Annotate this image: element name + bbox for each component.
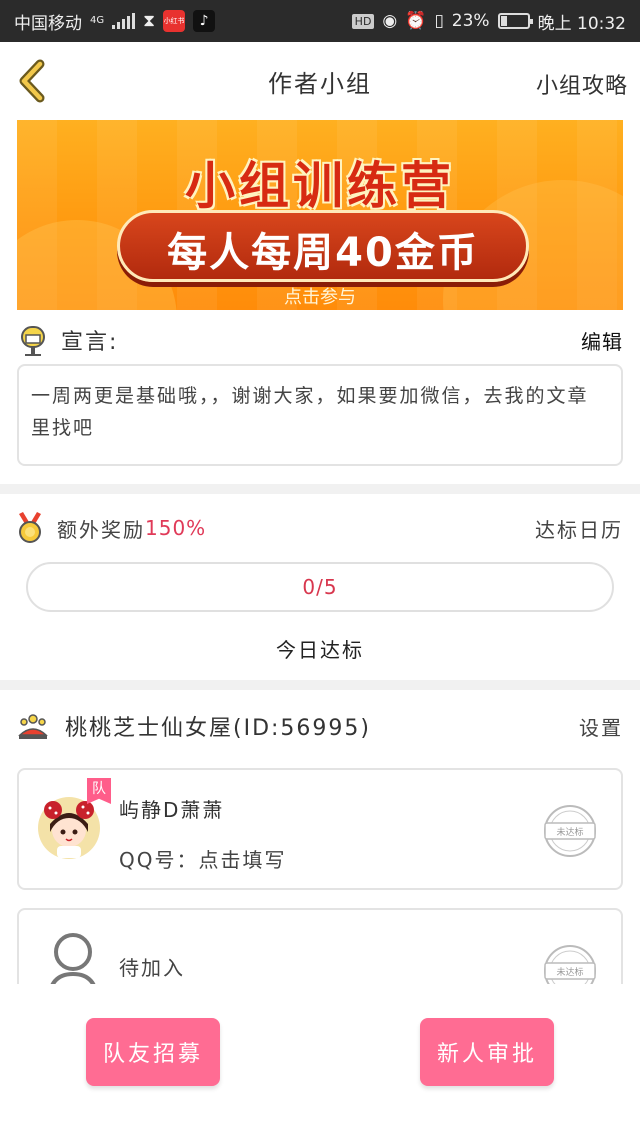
banner-subtitle: 每人每周40金币 — [167, 230, 479, 276]
today-status-label: 今日达标 — [276, 638, 364, 662]
progress-text: 0/5 — [302, 575, 338, 599]
banner-title: 小组训练营 — [185, 157, 455, 215]
extra-reward-label: 额外奖励 — [57, 517, 145, 542]
declaration-text: 一周两更是基础哦，，谢谢大家，如果要加微信，去我的文章里找吧 — [17, 364, 623, 466]
declaration-header: 宣言: 编辑 — [17, 320, 623, 360]
group-guide-link[interactable]: 小组攻略 — [536, 68, 628, 100]
eye-icon: ◉ — [382, 11, 398, 31]
chevron-left-icon[interactable] — [12, 58, 56, 104]
battery-fill — [500, 16, 508, 26]
battery-percent: 23% — [451, 11, 490, 31]
recruit-teammates-button[interactable]: 队友招募 — [86, 1018, 220, 1086]
weekly-progress-bar: 0/5 — [26, 562, 614, 612]
not-qualified-stamp: 未达标 — [544, 805, 596, 857]
stamp-text: 未达标 — [556, 826, 583, 838]
approve-newcomers-button[interactable]: 新人审批 — [420, 1018, 554, 1086]
member-qq-field[interactable]: QQ号：点击填写 — [119, 844, 286, 873]
tiktok-app-icon: ♪ — [193, 10, 216, 32]
mailbox-icon — [21, 326, 45, 356]
clock: 晚上 10:32 — [537, 13, 626, 34]
alarm-icon: ⏰ — [405, 11, 427, 31]
hourglass-icon: ⧗ — [143, 11, 156, 31]
declaration-label: 宣言: — [61, 330, 119, 355]
edit-declaration-button[interactable]: 编辑 — [581, 326, 623, 355]
training-camp-banner[interactable]: 小组训练营 每人每周40金币 点击参与 — [17, 120, 623, 310]
battery-icon — [497, 13, 533, 29]
group-name: 桃桃芝士仙女屋(ID:56995) — [65, 716, 371, 741]
vibrate-icon: ▯ — [434, 11, 444, 31]
status-bar: 中国移动 4G ⧗ 小红书 ♪ HD ◉ ⏰ ▯ 23% 晚上 10:32 — [0, 0, 640, 42]
member-pending-label: 待加入 — [119, 956, 185, 980]
captain-badge: 队 — [87, 778, 111, 804]
group-header: 桃桃芝士仙女屋(ID:56995) 设置 — [17, 706, 623, 746]
medal-icon — [19, 512, 41, 543]
xiaohongshu-app-icon: 小红书 — [163, 10, 186, 32]
group-settings-button[interactable]: 设置 — [579, 712, 623, 741]
extra-reward-percent: 150% — [145, 516, 207, 540]
group-icon — [18, 714, 48, 739]
banner-cta[interactable]: 点击参与 — [17, 283, 623, 309]
calendar-link[interactable]: 达标日历 — [535, 514, 623, 543]
member-avatar — [38, 797, 100, 859]
member-name: 屿静D萧萧 — [119, 798, 225, 822]
carrier-label: 中国移动 — [14, 13, 82, 34]
network-type: 4G — [90, 15, 105, 26]
hd-icon: HD — [351, 13, 375, 29]
nav-bar: 作者小组 小组攻略 — [0, 42, 640, 120]
reward-header: 额外奖励 150% 达标日历 — [17, 508, 623, 548]
signal-icon — [112, 13, 136, 29]
section-divider — [0, 680, 640, 690]
stamp-text: 未达标 — [556, 966, 583, 978]
member-card[interactable]: 队 屿静D萧萧 QQ号：点击填写 未达标 — [17, 768, 623, 890]
section-divider — [0, 484, 640, 494]
